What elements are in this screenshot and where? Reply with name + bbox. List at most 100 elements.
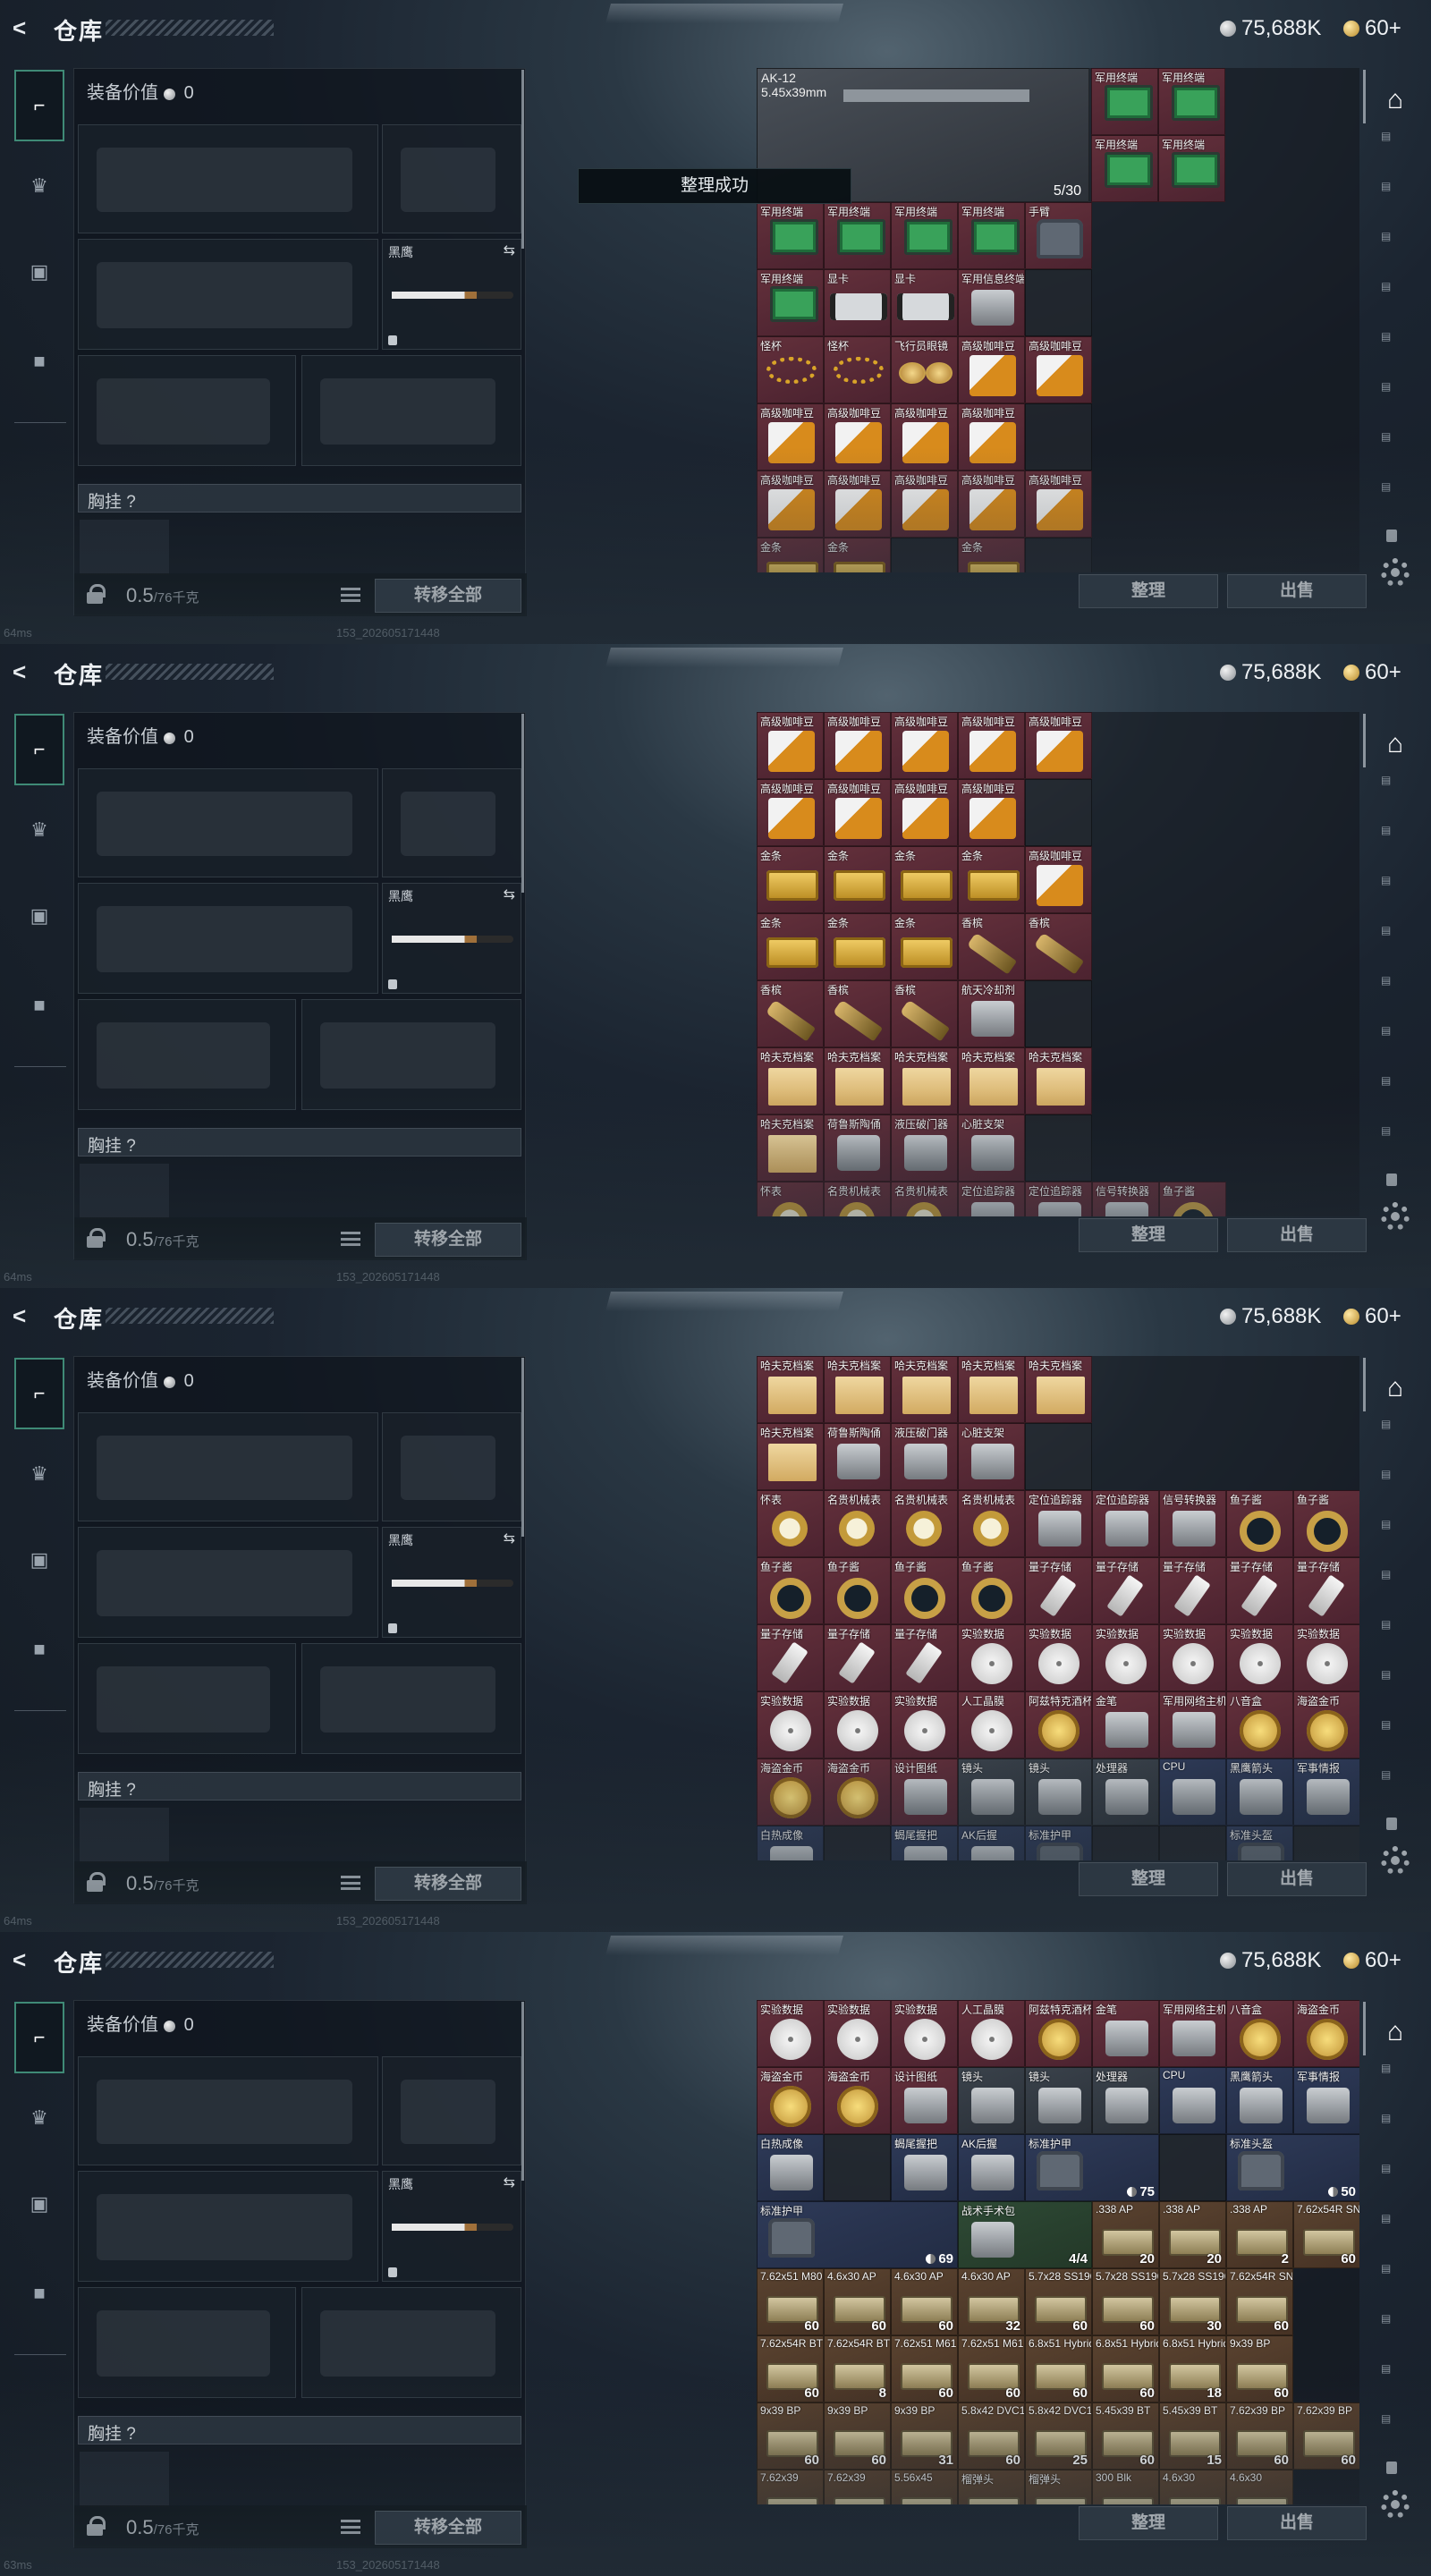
storage-tab-icon[interactable]: ▤ [1381, 1569, 1413, 1592]
inventory-item[interactable]: 名贵机械表 [891, 1182, 958, 1216]
inventory-item[interactable]: 量子存储 [891, 1624, 958, 1691]
storage-tab-icon[interactable]: ▤ [1381, 2213, 1413, 2236]
silver-currency[interactable]: 75,688K [1220, 660, 1321, 685]
storage-tab-icon[interactable]: ▤ [1381, 1769, 1413, 1792]
storage-tab-icon[interactable]: ▤ [1381, 1419, 1413, 1442]
grid-scrollbar[interactable] [1363, 2002, 1366, 2055]
inventory-item[interactable]: 怀表 [757, 1490, 824, 1557]
sell-button[interactable]: 出售 [1227, 1218, 1367, 1252]
inventory-item[interactable]: 哈夫克档案 [824, 1356, 891, 1423]
storage-tab-icon[interactable]: ▤ [1381, 1025, 1413, 1048]
inventory-item[interactable]: 5.7x28 SS190 30 [1159, 2268, 1226, 2335]
inventory-item[interactable]: 海盗金币 [1293, 1691, 1359, 1758]
tab-backpack[interactable]: ▣ [20, 2184, 59, 2224]
inventory-item[interactable]: 海盗金币 [824, 1758, 891, 1826]
inventory-item[interactable]: 量子存储 [1159, 1557, 1226, 1624]
pistol-slot[interactable] [382, 768, 521, 877]
inventory-item[interactable]: 阿兹特克酒杯 [1025, 2000, 1092, 2067]
inventory-item[interactable] [1159, 1826, 1226, 1860]
inventory-item[interactable]: 处理器 [1092, 2067, 1159, 2134]
helmet-slot[interactable] [78, 999, 296, 1110]
inventory-item[interactable]: 哈夫克档案 [958, 1047, 1025, 1114]
inventory-item[interactable]: 白热成像 [757, 2134, 824, 2201]
inventory-item[interactable]: 实验数据 [824, 2000, 891, 2067]
inventory-item[interactable]: 军用终端 [1158, 135, 1225, 202]
transfer-all-button[interactable]: 转移全部 [375, 579, 521, 613]
storage-tab-icon[interactable]: ▤ [1381, 1669, 1413, 1692]
gold-currency[interactable]: 60+ [1343, 1948, 1401, 1973]
inventory-item[interactable]: 军用终端 [757, 202, 824, 269]
inventory-item[interactable]: 白热成像 [757, 1826, 824, 1860]
panel-scrollbar[interactable] [521, 2002, 524, 2181]
inventory-item[interactable]: 哈夫克档案 [958, 1356, 1025, 1423]
inventory-item[interactable]: 液压破门器 [891, 1114, 958, 1182]
inventory-item[interactable]: 军用网络主机 [1159, 2000, 1226, 2067]
inventory-item[interactable]: 荷鲁斯陶俑 [824, 1423, 891, 1490]
inventory-item[interactable]: 4.6x30 AP 60 [824, 2268, 891, 2335]
silver-currency[interactable]: 75,688K [1220, 16, 1321, 41]
inventory-item[interactable]: 阿兹特克酒杯 [1025, 1691, 1092, 1758]
inventory-item[interactable]: 定位追踪器 [1025, 1182, 1092, 1216]
tab-case[interactable]: ■ [20, 342, 59, 381]
inventory-item[interactable]: 量子存储 [1293, 1557, 1359, 1624]
inventory-item[interactable]: 高级咖啡豆 [757, 403, 824, 470]
armor-slot[interactable] [301, 355, 521, 466]
inventory-item[interactable]: 实验数据 [958, 1624, 1025, 1691]
storage-tab-icon[interactable]: ▤ [1381, 1619, 1413, 1642]
back-arrow-icon[interactable]: < [13, 1947, 38, 1972]
inventory-item[interactable]: 军用终端 [757, 269, 824, 336]
inventory-item[interactable]: 镜头 [1025, 1758, 1092, 1826]
back-arrow-icon[interactable]: < [13, 15, 38, 40]
panel-scrollbar[interactable] [521, 70, 524, 249]
storage-tab-icon[interactable]: ▤ [1381, 1125, 1413, 1148]
inventory-item[interactable]: 定位追踪器 [958, 1182, 1025, 1216]
storage-tab-icon[interactable]: ▤ [1381, 2313, 1413, 2336]
inventory-item[interactable]: 5.7x28 SS190 60 [1025, 2268, 1092, 2335]
inventory-item[interactable]: 金条 [891, 913, 958, 980]
inventory-item[interactable]: 鱼子酱 [1293, 1490, 1359, 1557]
inventory-item[interactable]: 信号转换器 [1159, 1490, 1226, 1557]
inventory-item[interactable]: 处理器 [1092, 1758, 1159, 1826]
primary-weapon-slot[interactable] [78, 124, 378, 233]
inventory-item[interactable]: 高级咖啡豆 [824, 779, 891, 846]
inventory-item[interactable]: 定位追踪器 [1092, 1490, 1159, 1557]
home-icon[interactable]: ⌂ [1379, 728, 1411, 760]
gold-currency[interactable]: 60+ [1343, 16, 1401, 41]
tab-armor[interactable]: ♛ [20, 1454, 59, 1494]
inventory-item[interactable]: 军用终端 [1091, 68, 1158, 135]
inventory-item[interactable]: 名贵机械表 [958, 1490, 1025, 1557]
tab-case[interactable]: ■ [20, 1630, 59, 1669]
inventory-item[interactable]: 标准头盔 50 [1226, 2134, 1359, 2201]
armor-slot[interactable] [301, 1643, 521, 1754]
tab-weapons[interactable]: ⌐ [14, 2002, 64, 2073]
inventory-item[interactable]: 哈夫克档案 [757, 1356, 824, 1423]
inventory-item[interactable]: AK后握 [958, 1826, 1025, 1860]
inventory-item[interactable]: 高级咖啡豆 [958, 470, 1025, 538]
inventory-item[interactable]: 实验数据 [891, 1691, 958, 1758]
grid-scrollbar[interactable] [1363, 714, 1366, 767]
swap-icon[interactable]: ⇆ [504, 242, 515, 259]
gear-icon[interactable] [1381, 1202, 1410, 1231]
list-icon[interactable] [341, 1232, 360, 1246]
inventory-item[interactable]: 哈夫克档案 [757, 1423, 824, 1490]
armor-slot[interactable] [301, 999, 521, 1110]
inventory-item[interactable]: 名贵机械表 [891, 1490, 958, 1557]
inventory-item[interactable]: 荷鲁斯陶俑 [824, 1114, 891, 1182]
storage-tab-icon[interactable]: ▤ [1381, 2063, 1413, 2086]
inventory-item[interactable]: 7.62x51 M61 60 [891, 2335, 958, 2402]
inventory-item[interactable]: 实验数据 [757, 2000, 824, 2067]
storage-tab-icon[interactable]: ▤ [1381, 481, 1413, 504]
inventory-item[interactable]: 海盗金币 [757, 1758, 824, 1826]
swap-icon[interactable]: ⇆ [504, 2174, 515, 2191]
inventory-item[interactable]: 定位追踪器 [1025, 1490, 1092, 1557]
inventory-item[interactable]: 7.62x54R SNB 60 [1293, 2201, 1359, 2268]
inventory-item[interactable]: 飞行员眼镜 [891, 336, 958, 403]
helmet-slot[interactable] [78, 355, 296, 466]
inventory-item[interactable]: 量子存储 [1226, 1557, 1293, 1624]
storage-tab-icon[interactable]: ▤ [1381, 2413, 1413, 2436]
panel-scrollbar[interactable] [521, 714, 524, 893]
storage-tab-icon[interactable]: ▤ [1381, 331, 1413, 354]
inventory-item[interactable]: 镜头 [958, 1758, 1025, 1826]
inventory-item[interactable]: 哈夫克档案 [891, 1047, 958, 1114]
inventory-item[interactable]: 7.62x39 BP 60 [1226, 2402, 1293, 2470]
